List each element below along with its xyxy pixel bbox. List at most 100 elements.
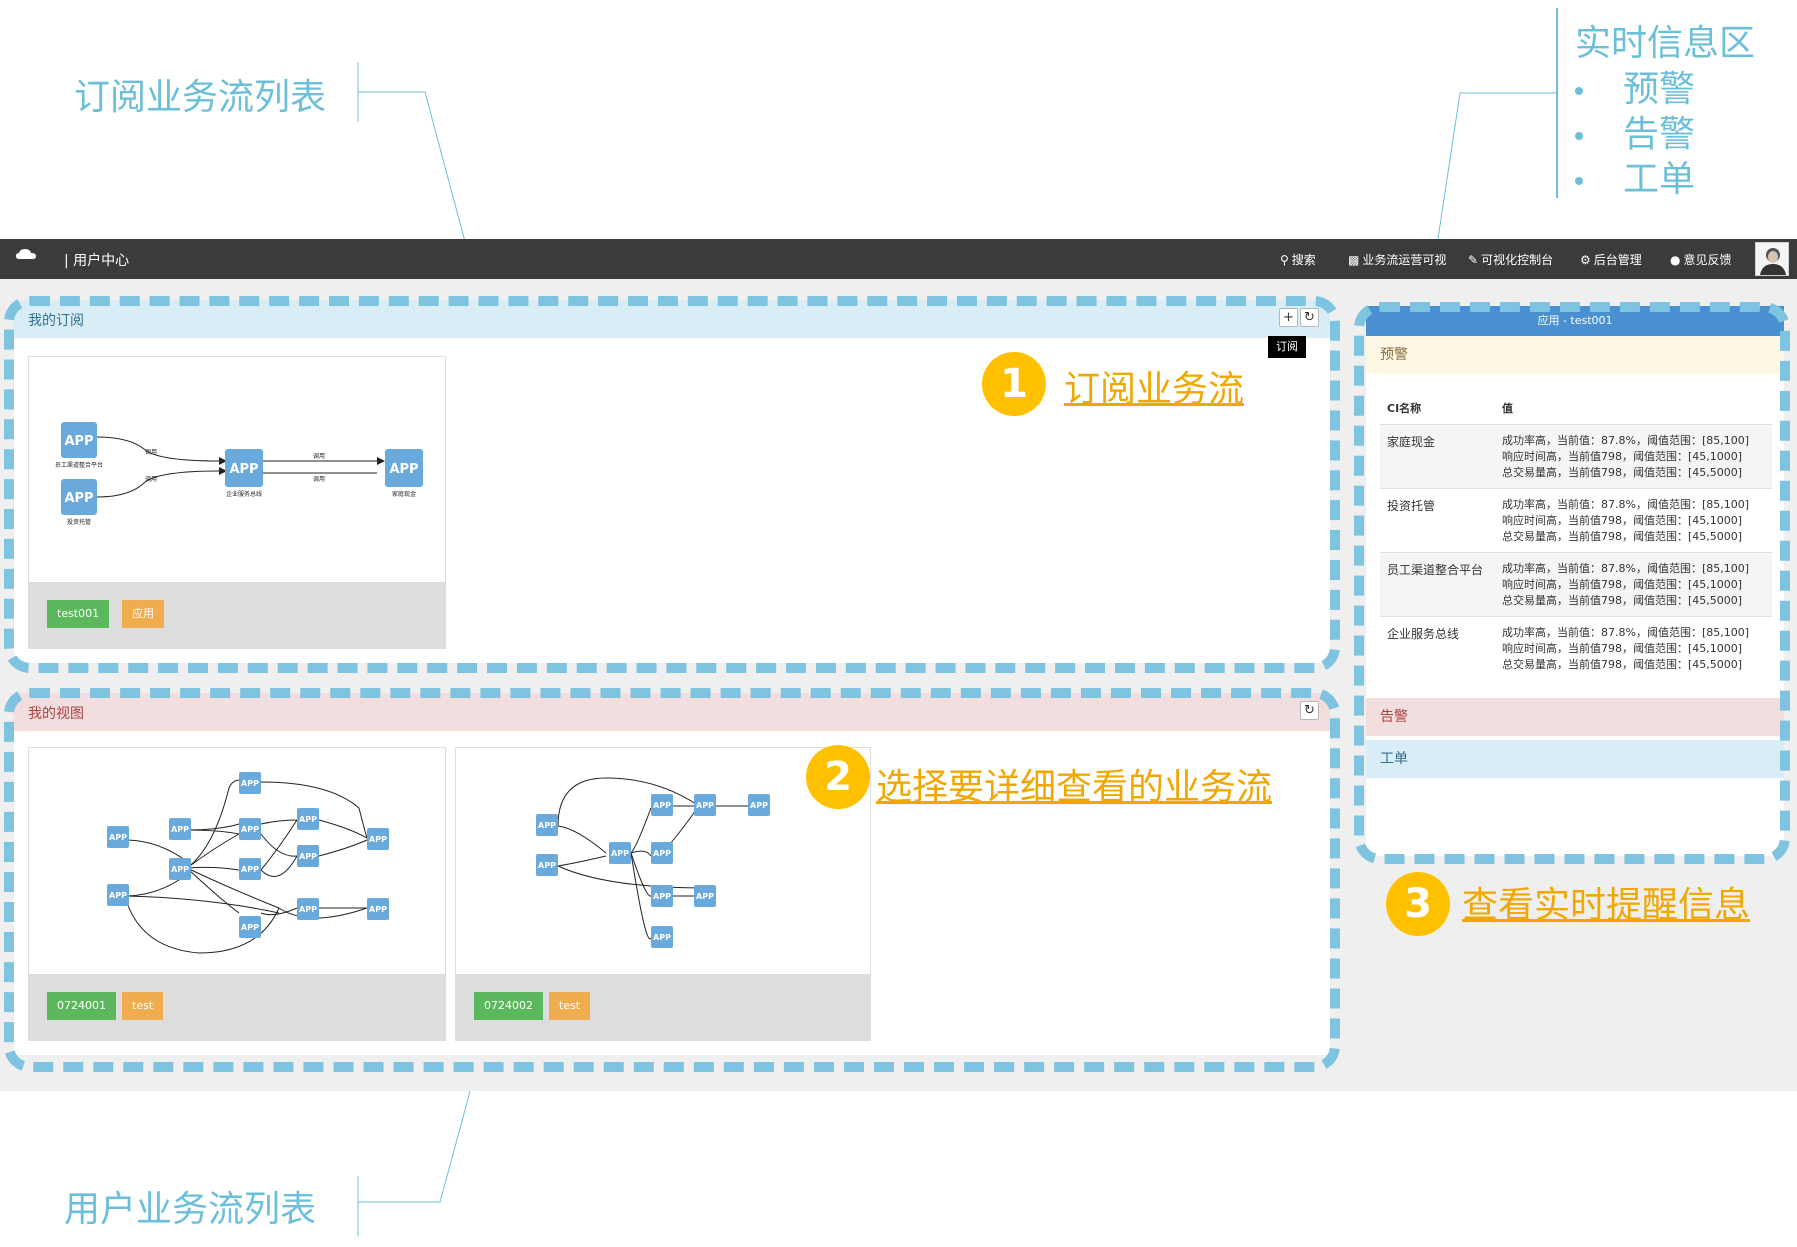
- app-node-label: APP: [750, 801, 768, 810]
- subscribe-tooltip: 订阅: [1268, 336, 1306, 358]
- my-views-panel: 我的视图 ↻ APP APP APP APP APP APP APP APP A…: [14, 693, 1330, 1055]
- edit-icon: ✎: [1468, 253, 1479, 267]
- ci-name: 投资托管: [1387, 499, 1436, 513]
- card-footer: test001 应用: [29, 582, 445, 648]
- step-3-badge: 3: [1386, 872, 1450, 936]
- step-1-badge: 1: [982, 352, 1046, 416]
- table-row[interactable]: 员工渠道整合平台 成功率高，当前值：87.8%，阈值范围：[85,100] 响应…: [1380, 552, 1772, 616]
- warning-table: CI名称 值 家庭现金 成功率高，当前值：87.8%，阈值范围：[85,100]…: [1380, 386, 1772, 686]
- nav-visual-console[interactable]: ✎ 可视化控制台: [1468, 251, 1553, 268]
- nav-search[interactable]: ⚲ 搜索: [1280, 251, 1316, 268]
- bizflow-diagram: APP APP APP APP APP APP APP APP APP APP …: [107, 772, 389, 954]
- subscriptions-panel: 我的订阅 + ↻ 订阅 APP APP APP APP 员工渠道整合平台 投资托…: [14, 300, 1330, 663]
- warning-section-header[interactable]: 预警: [1366, 336, 1784, 374]
- ci-name: 家庭现金: [1387, 435, 1436, 449]
- nav-feedback[interactable]: ● 意见反馈: [1670, 251, 1732, 268]
- table-header-ci-name: CI名称: [1387, 402, 1422, 415]
- app-node-label: APP: [389, 462, 418, 477]
- refresh-views-button[interactable]: ↻: [1300, 701, 1319, 720]
- add-subscription-button[interactable]: +: [1279, 308, 1298, 327]
- nav-bizflow-visual[interactable]: ▩ 业务流运营可视: [1348, 251, 1446, 268]
- nav-admin[interactable]: ⚙ 后台管理: [1580, 251, 1642, 268]
- brand-title[interactable]: | 用户中心: [64, 250, 129, 270]
- flow-type-tag[interactable]: test: [122, 992, 164, 1020]
- app-node-label: APP: [369, 835, 387, 844]
- app-node-caption: 家庭现金: [392, 490, 416, 498]
- avatar-image: [1756, 243, 1788, 275]
- view-card[interactable]: APP APP APP APP APP APP APP APP APP APP …: [28, 747, 446, 1041]
- app-node-label: APP: [538, 861, 556, 870]
- app-node-label: APP: [64, 434, 93, 449]
- alarm-section-header[interactable]: 告警: [1366, 698, 1784, 736]
- app-node-label: APP: [109, 891, 127, 900]
- ci-name: 企业服务总线: [1387, 627, 1460, 641]
- edge-label: 调用: [313, 475, 325, 483]
- app-node-label: APP: [64, 491, 93, 506]
- table-row[interactable]: 企业服务总线 成功率高，当前值：87.8%，阈值范围：[85,100] 响应时间…: [1380, 616, 1772, 680]
- my-views-panel-header: 我的视图: [14, 693, 1330, 731]
- table-row[interactable]: 家庭现金 成功率高，当前值：87.8%，阈值范围：[85,100] 响应时间高，…: [1380, 424, 1772, 488]
- ci-value: 成功率高，当前值：87.8%，阈值范围：[85,100] 响应时间高，当前值79…: [1502, 562, 1750, 607]
- ci-value: 成功率高，当前值：87.8%，阈值范围：[85,100] 响应时间高，当前值79…: [1502, 434, 1750, 479]
- step-2-badge: 2: [806, 745, 870, 809]
- app-node-label: APP: [538, 821, 556, 830]
- app-node-label: APP: [611, 849, 629, 858]
- card-footer: 0724002 test: [456, 974, 870, 1040]
- app-node-label: APP: [299, 852, 317, 861]
- ticket-section-header[interactable]: 工单: [1366, 740, 1784, 778]
- flow-type-tag[interactable]: test: [549, 992, 591, 1020]
- app-node-label: APP: [241, 923, 259, 932]
- flow-type-tag[interactable]: 应用: [122, 600, 164, 628]
- app-node-label: APP: [696, 801, 714, 810]
- top-navbar: | 用户中心 ⚲ 搜索 ▩ 业务流运营可视 ✎ 可视化控制台 ⚙ 后台管理 ● 意见反馈: [0, 239, 1797, 279]
- app-node-label: APP: [696, 892, 714, 901]
- refresh-subscriptions-button[interactable]: ↻: [1300, 308, 1319, 327]
- app-node-label: APP: [229, 462, 258, 477]
- app-node-label: APP: [241, 865, 259, 874]
- ci-name: 员工渠道整合平台: [1387, 563, 1484, 577]
- app-node-label: APP: [241, 825, 259, 834]
- flow-name-tag[interactable]: test001: [47, 600, 110, 628]
- app-node-label: APP: [299, 905, 317, 914]
- app-node-label: APP: [171, 865, 189, 874]
- avatar[interactable]: [1755, 242, 1789, 276]
- flow-name-tag[interactable]: 0724002: [474, 992, 543, 1020]
- app-node-label: APP: [171, 825, 189, 834]
- step-3-text: 查看实时提醒信息: [1462, 885, 1751, 926]
- realtime-panel-header: 应用 - test001: [1366, 306, 1784, 336]
- app-node-caption: 投资托管: [67, 518, 91, 526]
- app-node-label: APP: [241, 779, 259, 788]
- bizflow-diagram: APP APP APP APP 员工渠道整合平台 投资托管 企业服务总线 家庭现…: [55, 422, 423, 526]
- edge-label: 调用: [145, 448, 157, 456]
- subscription-card[interactable]: APP APP APP APP 员工渠道整合平台 投资托管 企业服务总线 家庭现…: [28, 356, 446, 649]
- app-node-label: APP: [653, 849, 671, 858]
- app-node-label: APP: [653, 801, 671, 810]
- app-node-label: APP: [299, 815, 317, 824]
- ci-value: 成功率高，当前值：87.8%，阈值范围：[85,100] 响应时间高，当前值79…: [1502, 626, 1750, 671]
- card-footer: 0724001 test: [29, 974, 445, 1040]
- app-node-label: APP: [653, 892, 671, 901]
- user-list-annotation: 用户业务流列表: [64, 1189, 317, 1230]
- comment-icon: ●: [1670, 253, 1681, 267]
- app-node-caption: 企业服务总线: [226, 490, 262, 498]
- search-icon: ⚲: [1280, 253, 1289, 267]
- edge-label: 调用: [145, 475, 157, 483]
- app-node-label: APP: [369, 905, 387, 914]
- logo-icon[interactable]: [16, 248, 36, 260]
- table-header-value: 值: [1502, 402, 1513, 415]
- edge-label: 调用: [313, 452, 325, 460]
- app-node-label: APP: [653, 933, 671, 942]
- ci-value: 成功率高，当前值：87.8%，阈值范围：[85,100] 响应时间高，当前值79…: [1502, 498, 1750, 543]
- step-2-text: 选择要详细查看的业务流: [876, 767, 1273, 808]
- app-node-label: APP: [109, 833, 127, 842]
- table-row[interactable]: 投资托管 成功率高，当前值：87.8%，阈值范围：[85,100] 响应时间高，…: [1380, 488, 1772, 552]
- flow-name-tag[interactable]: 0724001: [47, 992, 116, 1020]
- subscriptions-panel-title: 我的订阅: [28, 313, 84, 329]
- realtime-panel: 应用 - test001 预警 CI名称 值 家庭现金 成功率高，当前值：87.…: [1366, 306, 1784, 856]
- sitemap-icon: ▩: [1348, 253, 1360, 267]
- app-node-caption: 员工渠道整合平台: [55, 461, 103, 469]
- subscriptions-panel-header: 我的订阅: [14, 300, 1330, 338]
- gear-icon: ⚙: [1580, 253, 1591, 267]
- my-views-panel-title: 我的视图: [28, 706, 84, 722]
- step-1-text: 订阅业务流: [1064, 369, 1245, 410]
